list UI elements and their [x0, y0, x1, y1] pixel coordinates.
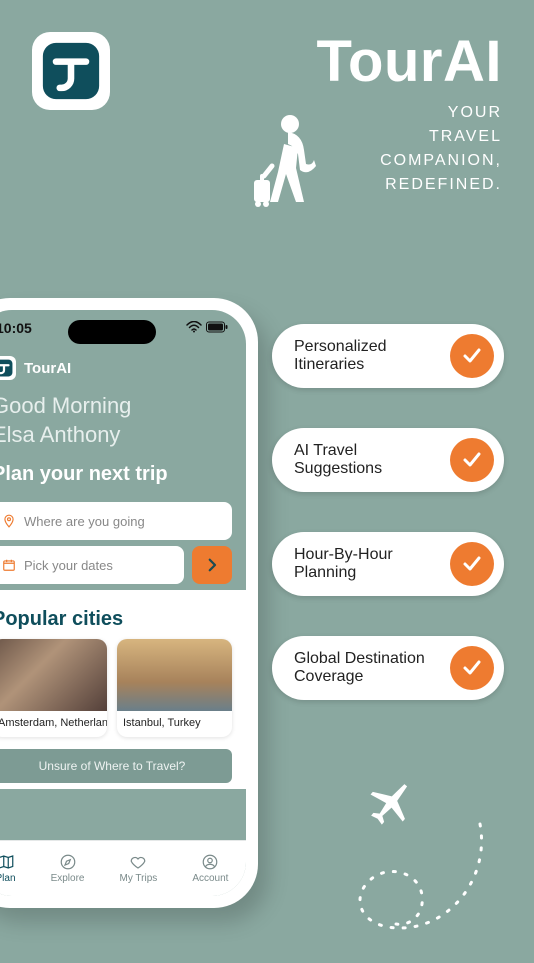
city-list: Amsterdam, Netherlands Istanbul, Turkey — [0, 639, 246, 737]
feature-pill: Global Destination Coverage — [272, 636, 504, 700]
city-card[interactable]: Istanbul, Turkey — [117, 639, 232, 737]
app-icon — [32, 32, 110, 110]
status-time: 10:05 — [0, 320, 32, 336]
wifi-icon — [186, 321, 202, 336]
user-icon — [201, 853, 219, 871]
check-icon — [460, 448, 484, 472]
city-image — [0, 639, 107, 711]
logo-icon — [41, 41, 101, 101]
plan-prompt: Plan your next trip — [0, 455, 246, 496]
check-badge — [450, 334, 494, 378]
calendar-icon — [2, 558, 16, 572]
check-icon — [460, 656, 484, 680]
tab-explore[interactable]: Explore — [51, 853, 85, 884]
in-app-icon — [0, 356, 16, 380]
tab-label: Account — [192, 873, 228, 884]
feature-pill: AI Travel Suggestions — [272, 428, 504, 492]
heart-icon — [129, 853, 147, 871]
traveler-icon — [244, 110, 324, 225]
city-label: Amsterdam, Netherlands — [0, 711, 107, 737]
tagline-line: YOUR — [316, 101, 502, 125]
city-image — [117, 639, 232, 711]
check-badge — [450, 646, 494, 690]
where-placeholder: Where are you going — [24, 514, 145, 529]
check-badge — [450, 438, 494, 482]
map-icon — [0, 853, 15, 871]
phone-screen: 10:05 TourAI Good Morning Elsa Anthony P… — [0, 310, 246, 896]
notch — [68, 320, 156, 344]
dates-placeholder: Pick your dates — [24, 558, 113, 573]
tagline-line: COMPANION, — [316, 149, 502, 173]
feature-label: AI Travel Suggestions — [294, 442, 444, 478]
tab-label: Explore — [51, 873, 85, 884]
tab-bar: Plan Explore My Trips Account — [0, 840, 246, 896]
compass-icon — [59, 853, 77, 871]
tab-my-trips[interactable]: My Trips — [120, 853, 158, 884]
check-badge — [450, 542, 494, 586]
check-icon — [460, 344, 484, 368]
feature-pill: Hour-By-Hour Planning — [272, 532, 504, 596]
popular-cities-title: Popular cities — [0, 590, 246, 639]
feature-label: Hour-By-Hour Planning — [294, 546, 444, 582]
phone-mockup: 10:05 TourAI Good Morning Elsa Anthony P… — [0, 298, 258, 908]
unsure-button[interactable]: Unsure of Where to Travel? — [0, 749, 232, 783]
in-app-title: TourAI — [24, 360, 71, 377]
city-card[interactable]: Amsterdam, Netherlands — [0, 639, 107, 737]
tagline-line: REDEFINED. — [316, 173, 502, 197]
feature-label: Personalized Itineraries — [294, 338, 444, 374]
brand-title: TourAI — [316, 28, 502, 95]
city-label: Istanbul, Turkey — [117, 711, 232, 737]
status-icons — [186, 321, 228, 336]
chevron-right-icon — [203, 556, 221, 574]
tagline-line: TRAVEL — [316, 125, 502, 149]
go-button[interactable] — [192, 546, 232, 584]
greeting-line: Good Morning — [0, 392, 232, 421]
brand-tagline: YOUR TRAVEL COMPANION, REDEFINED. — [316, 101, 502, 197]
tab-plan[interactable]: Plan — [0, 853, 16, 884]
where-input[interactable]: Where are you going — [0, 502, 232, 540]
feature-pill: Personalized Itineraries — [272, 324, 504, 388]
tab-account[interactable]: Account — [192, 853, 228, 884]
location-pin-icon — [2, 514, 16, 528]
feature-label: Global Destination Coverage — [294, 650, 444, 686]
greeting-line: Elsa Anthony — [0, 421, 232, 450]
feature-list: Personalized Itineraries AI Travel Sugge… — [272, 324, 504, 700]
tab-label: My Trips — [120, 873, 158, 884]
flight-trail-icon — [330, 818, 500, 963]
greeting: Good Morning Elsa Anthony — [0, 386, 246, 455]
tab-label: Plan — [0, 873, 16, 884]
dates-input[interactable]: Pick your dates — [0, 546, 184, 584]
check-icon — [460, 552, 484, 576]
hero: TourAI YOUR TRAVEL COMPANION, REDEFINED. — [316, 28, 502, 197]
battery-icon — [206, 321, 228, 336]
